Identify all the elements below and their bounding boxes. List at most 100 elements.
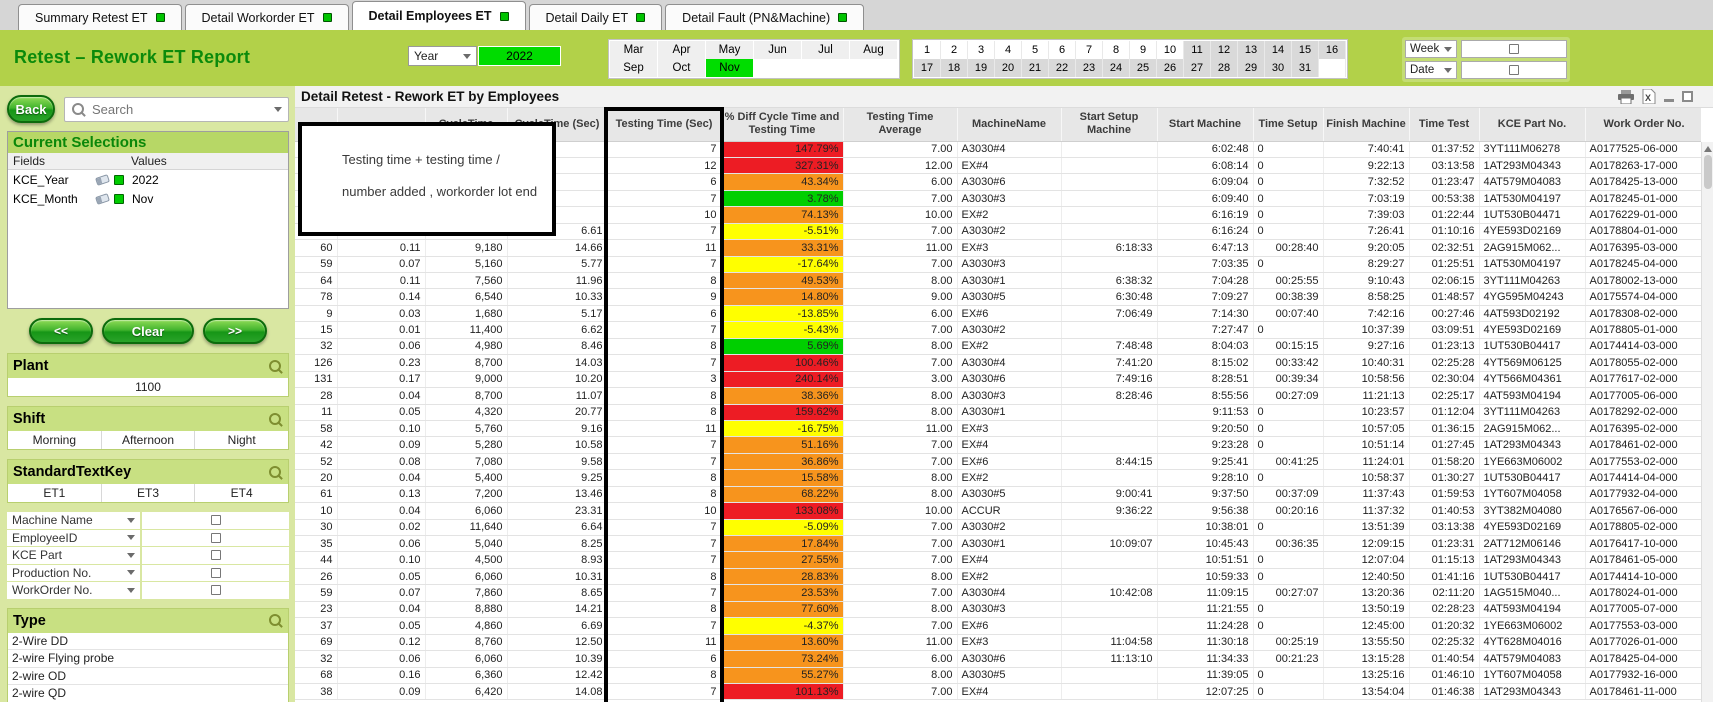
table-cell[interactable]: 12.50 — [507, 634, 608, 652]
table-cell[interactable]: 7 — [607, 141, 722, 158]
table-cell[interactable]: 6 — [607, 650, 722, 668]
table-cell[interactable]: 02:30:04 — [1409, 371, 1480, 389]
table-cell[interactable]: 0.03 — [337, 305, 426, 323]
table-cell[interactable]: 10:42:08 — [1061, 584, 1158, 602]
table-cell[interactable]: 9:20:50 — [1157, 420, 1254, 438]
table-cell[interactable]: 8 — [607, 338, 722, 356]
table-cell[interactable]: 8,760 — [425, 634, 508, 652]
table-cell[interactable]: 1AT530M04197 — [1479, 190, 1586, 208]
table-cell[interactable] — [1061, 667, 1158, 684]
table-cell[interactable]: A3030#4 — [957, 584, 1062, 602]
table-cell[interactable]: 9:37:50 — [1157, 486, 1254, 504]
table-cell[interactable]: A0176567-06-000 — [1585, 502, 1701, 520]
table-cell[interactable]: 03:09:51 — [1409, 321, 1480, 339]
field-checkbox[interactable] — [210, 567, 221, 578]
day-cell-20[interactable]: 20 — [995, 59, 1022, 77]
table-cell[interactable]: 23.31 — [507, 502, 608, 520]
table-cell[interactable]: 7.00 — [843, 223, 958, 241]
table-cell[interactable]: 6.00 — [843, 173, 958, 191]
table-cell[interactable]: 8.00 — [843, 469, 958, 487]
table-cell[interactable]: -5.43% — [721, 321, 844, 339]
table-cell[interactable]: EX#6 — [957, 453, 1062, 471]
table-cell[interactable]: 6:38:32 — [1061, 272, 1158, 290]
table-cell[interactable]: 0.10 — [337, 551, 426, 569]
table-cell[interactable]: 01:23:13 — [1409, 338, 1480, 356]
tab-summary-retest-et[interactable]: Summary Retest ET — [18, 4, 182, 30]
table-cell[interactable]: 0.17 — [337, 371, 426, 389]
table-cell[interactable]: 10:51:51 — [1157, 551, 1254, 569]
table-cell[interactable]: 01:59:53 — [1409, 486, 1480, 504]
table-cell[interactable]: 7:04:28 — [1157, 272, 1254, 290]
table-cell[interactable] — [1061, 617, 1158, 635]
table-cell[interactable]: 5,280 — [425, 436, 508, 454]
table-cell[interactable]: 4AT579M04083 — [1479, 173, 1586, 191]
field-dropdown-kce-part[interactable]: KCE Part — [7, 547, 140, 564]
table-cell[interactable]: 10:58:56 — [1323, 371, 1410, 389]
table-cell[interactable]: 11:30:18 — [1157, 634, 1254, 652]
table-cell[interactable]: 0.13 — [337, 486, 426, 504]
table-cell[interactable]: 03:13:38 — [1409, 519, 1480, 537]
table-cell[interactable]: 7:03:35 — [1157, 256, 1254, 274]
column-header[interactable]: % Diff Cycle Time and Testing Time — [721, 108, 844, 142]
table-cell[interactable]: A0177005-06-000 — [1585, 387, 1701, 405]
table-cell[interactable]: 10.39 — [507, 650, 608, 668]
table-cell[interactable]: 10 — [295, 502, 338, 520]
table-cell[interactable]: -5.09% — [721, 519, 844, 537]
type-item-2-wire-qd[interactable]: 2-wire QD — [8, 685, 288, 702]
scrollbar-thumb[interactable] — [1703, 155, 1712, 189]
table-cell[interactable]: 9.58 — [507, 453, 608, 471]
table-cell[interactable]: 01:46:38 — [1409, 683, 1480, 701]
table-cell[interactable]: 7 — [607, 453, 722, 471]
table-cell[interactable]: EX#4 — [957, 683, 1062, 701]
month-cell-jul[interactable]: Jul — [802, 41, 850, 59]
table-cell[interactable]: 13:15:28 — [1323, 650, 1410, 668]
field-checkbox[interactable] — [210, 532, 221, 543]
table-cell[interactable]: 01:36:15 — [1409, 420, 1480, 438]
table-cell[interactable]: 0.06 — [337, 650, 426, 668]
table-cell[interactable]: 11.07 — [507, 387, 608, 405]
table-cell[interactable]: A3030#6 — [957, 371, 1062, 389]
field-value-box[interactable] — [142, 547, 289, 564]
table-cell[interactable]: A0178263-17-000 — [1585, 157, 1701, 175]
table-cell[interactable]: 8.00 — [843, 272, 958, 290]
table-cell[interactable]: 0.04 — [337, 502, 426, 520]
table-cell[interactable]: 4,500 — [425, 551, 508, 569]
table-cell[interactable]: 43.34% — [721, 173, 844, 191]
table-cell[interactable]: 8.93 — [507, 551, 608, 569]
table-cell[interactable]: A3030#3 — [957, 256, 1062, 274]
table-cell[interactable]: 9:36:22 — [1061, 502, 1158, 520]
table-cell[interactable]: 0.04 — [337, 469, 426, 487]
table-cell[interactable]: 10:38:01 — [1157, 519, 1254, 537]
table-cell[interactable]: 11 — [607, 239, 722, 257]
table-cell[interactable]: 8:15:02 — [1157, 354, 1254, 372]
search-icon[interactable] — [268, 359, 283, 374]
table-cell[interactable]: 01:41:16 — [1409, 568, 1480, 586]
table-cell[interactable]: 7 — [607, 354, 722, 372]
day-cell-12[interactable]: 12 — [1211, 41, 1238, 59]
day-cell-6[interactable]: 6 — [1049, 41, 1076, 59]
table-cell[interactable]: 10:09:07 — [1061, 535, 1158, 553]
table-cell[interactable]: 11:13:10 — [1061, 650, 1158, 668]
table-cell[interactable]: 101.13% — [721, 683, 844, 701]
table-cell[interactable]: 10:45:43 — [1157, 535, 1254, 553]
table-cell[interactable]: 30 — [295, 519, 338, 537]
table-cell[interactable]: 8.00 — [843, 404, 958, 421]
table-cell[interactable]: 32 — [295, 338, 338, 356]
table-cell[interactable]: 15 — [295, 321, 338, 339]
table-cell[interactable]: 11:21:13 — [1323, 387, 1410, 405]
search-box[interactable] — [64, 96, 289, 122]
table-cell[interactable]: 1YT607M04058 — [1479, 486, 1586, 504]
table-cell[interactable]: 1AT293M04343 — [1479, 157, 1586, 175]
table-cell[interactable]: 15.58% — [721, 469, 844, 487]
table-cell[interactable]: 7 — [607, 519, 722, 537]
table-cell[interactable]: 13:54:04 — [1323, 683, 1410, 701]
table-cell[interactable]: 52 — [295, 453, 338, 471]
vertical-scrollbar[interactable] — [1701, 142, 1713, 702]
table-cell[interactable]: 8 — [607, 568, 722, 586]
table-cell[interactable]: 6:08:14 — [1157, 157, 1254, 175]
table-cell[interactable]: 01:10:16 — [1409, 223, 1480, 241]
step-back-button[interactable]: << — [29, 318, 93, 344]
table-cell[interactable] — [1061, 601, 1158, 619]
day-cell-8[interactable]: 8 — [1103, 41, 1130, 59]
table-cell[interactable]: 0 — [1253, 223, 1324, 241]
